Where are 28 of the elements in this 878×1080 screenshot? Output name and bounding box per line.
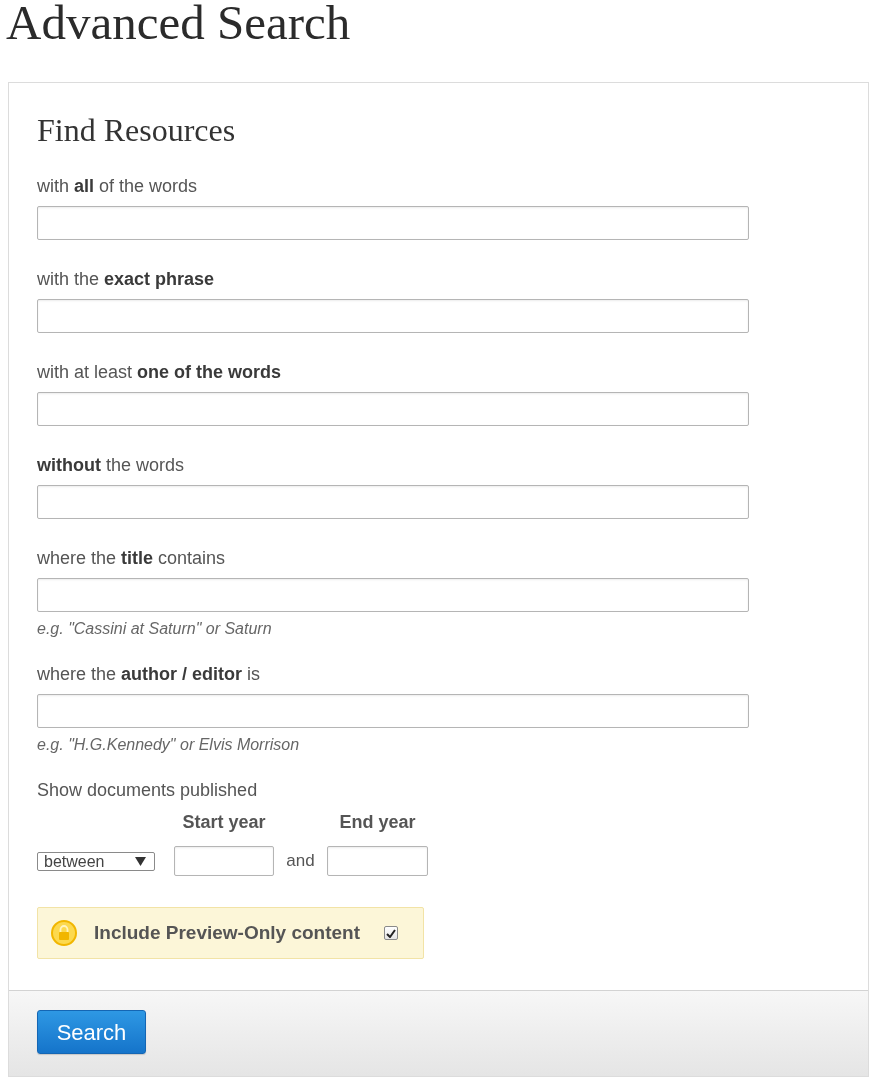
field-label: with the exact phrase [37, 269, 215, 289]
field-label: with at least one of the words [37, 362, 282, 382]
search-button[interactable]: Search [37, 1010, 146, 1054]
text-input-field[interactable] [37, 578, 749, 612]
end-year-field[interactable] [327, 846, 428, 876]
start-year-label: Start year [182, 812, 266, 832]
text-input-field[interactable] [37, 206, 749, 240]
panel-title: Find Resources [37, 112, 236, 148]
field-label: where the author / editor is [37, 664, 261, 684]
page-title: Advanced Search [6, 0, 351, 46]
date-filter-label: Show documents published [37, 780, 258, 800]
end-year-label: End year [339, 812, 416, 832]
text-input-field[interactable] [37, 485, 749, 519]
field-label: with all of the words [37, 176, 198, 196]
caret-icon [135, 856, 146, 866]
example-hint: e.g. "Cassini at Saturn" or Saturn [37, 620, 272, 638]
text-input-field[interactable] [37, 299, 749, 333]
text-input-field[interactable] [37, 392, 749, 426]
year-range-select[interactable]: between [37, 851, 155, 871]
text-input-field[interactable] [37, 694, 749, 728]
lock-icon [51, 920, 77, 946]
field-label: where the title contains [37, 548, 226, 568]
start-year-field[interactable] [174, 846, 274, 876]
preview-checkbox[interactable] [384, 926, 399, 940]
range-joiner-text: and [286, 851, 315, 871]
field-label: without the words [37, 455, 185, 475]
preview-option-label: Include Preview-Only content [94, 922, 361, 944]
example-hint: e.g. "H.G.Kennedy" or Elvis Morrison [37, 736, 300, 754]
